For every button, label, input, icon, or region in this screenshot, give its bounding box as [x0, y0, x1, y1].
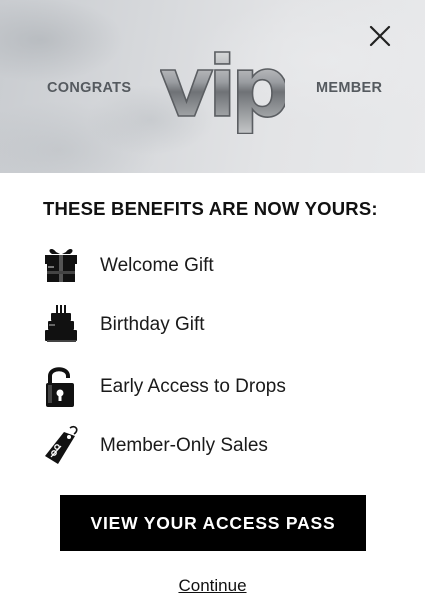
continue-link[interactable]: Continue: [0, 576, 425, 596]
vip-header-banner: CONGRATS vip MEMBER: [0, 0, 425, 173]
benefit-label: Birthday Gift: [100, 314, 205, 335]
benefits-title: THESE BENEFITS ARE NOW YOURS:: [43, 198, 378, 219]
gift-icon: [45, 248, 77, 282]
benefit-item-early-access: Early Access to Drops: [42, 364, 382, 410]
vip-logo: vip: [160, 44, 285, 134]
view-access-pass-button[interactable]: VIEW YOUR ACCESS PASS: [60, 495, 366, 551]
unlocked-padlock-icon: [46, 367, 74, 407]
benefit-item-welcome-gift: Welcome Gift: [42, 244, 382, 290]
cake-icon: [45, 305, 77, 342]
benefit-label: Welcome Gift: [100, 255, 214, 276]
benefit-label: Member-Only Sales: [100, 435, 268, 456]
benefit-label: Early Access to Drops: [100, 376, 286, 397]
congrats-label: CONGRATS: [47, 80, 132, 96]
sale-tag-icon: [45, 425, 78, 464]
member-label: MEMBER: [316, 80, 383, 96]
close-button[interactable]: [366, 22, 394, 50]
benefit-item-birthday-gift: Birthday Gift: [42, 303, 382, 349]
close-icon: [369, 25, 391, 47]
svg-text:vip: vip: [160, 44, 285, 134]
benefit-item-member-sales: Member-Only Sales: [42, 424, 382, 470]
